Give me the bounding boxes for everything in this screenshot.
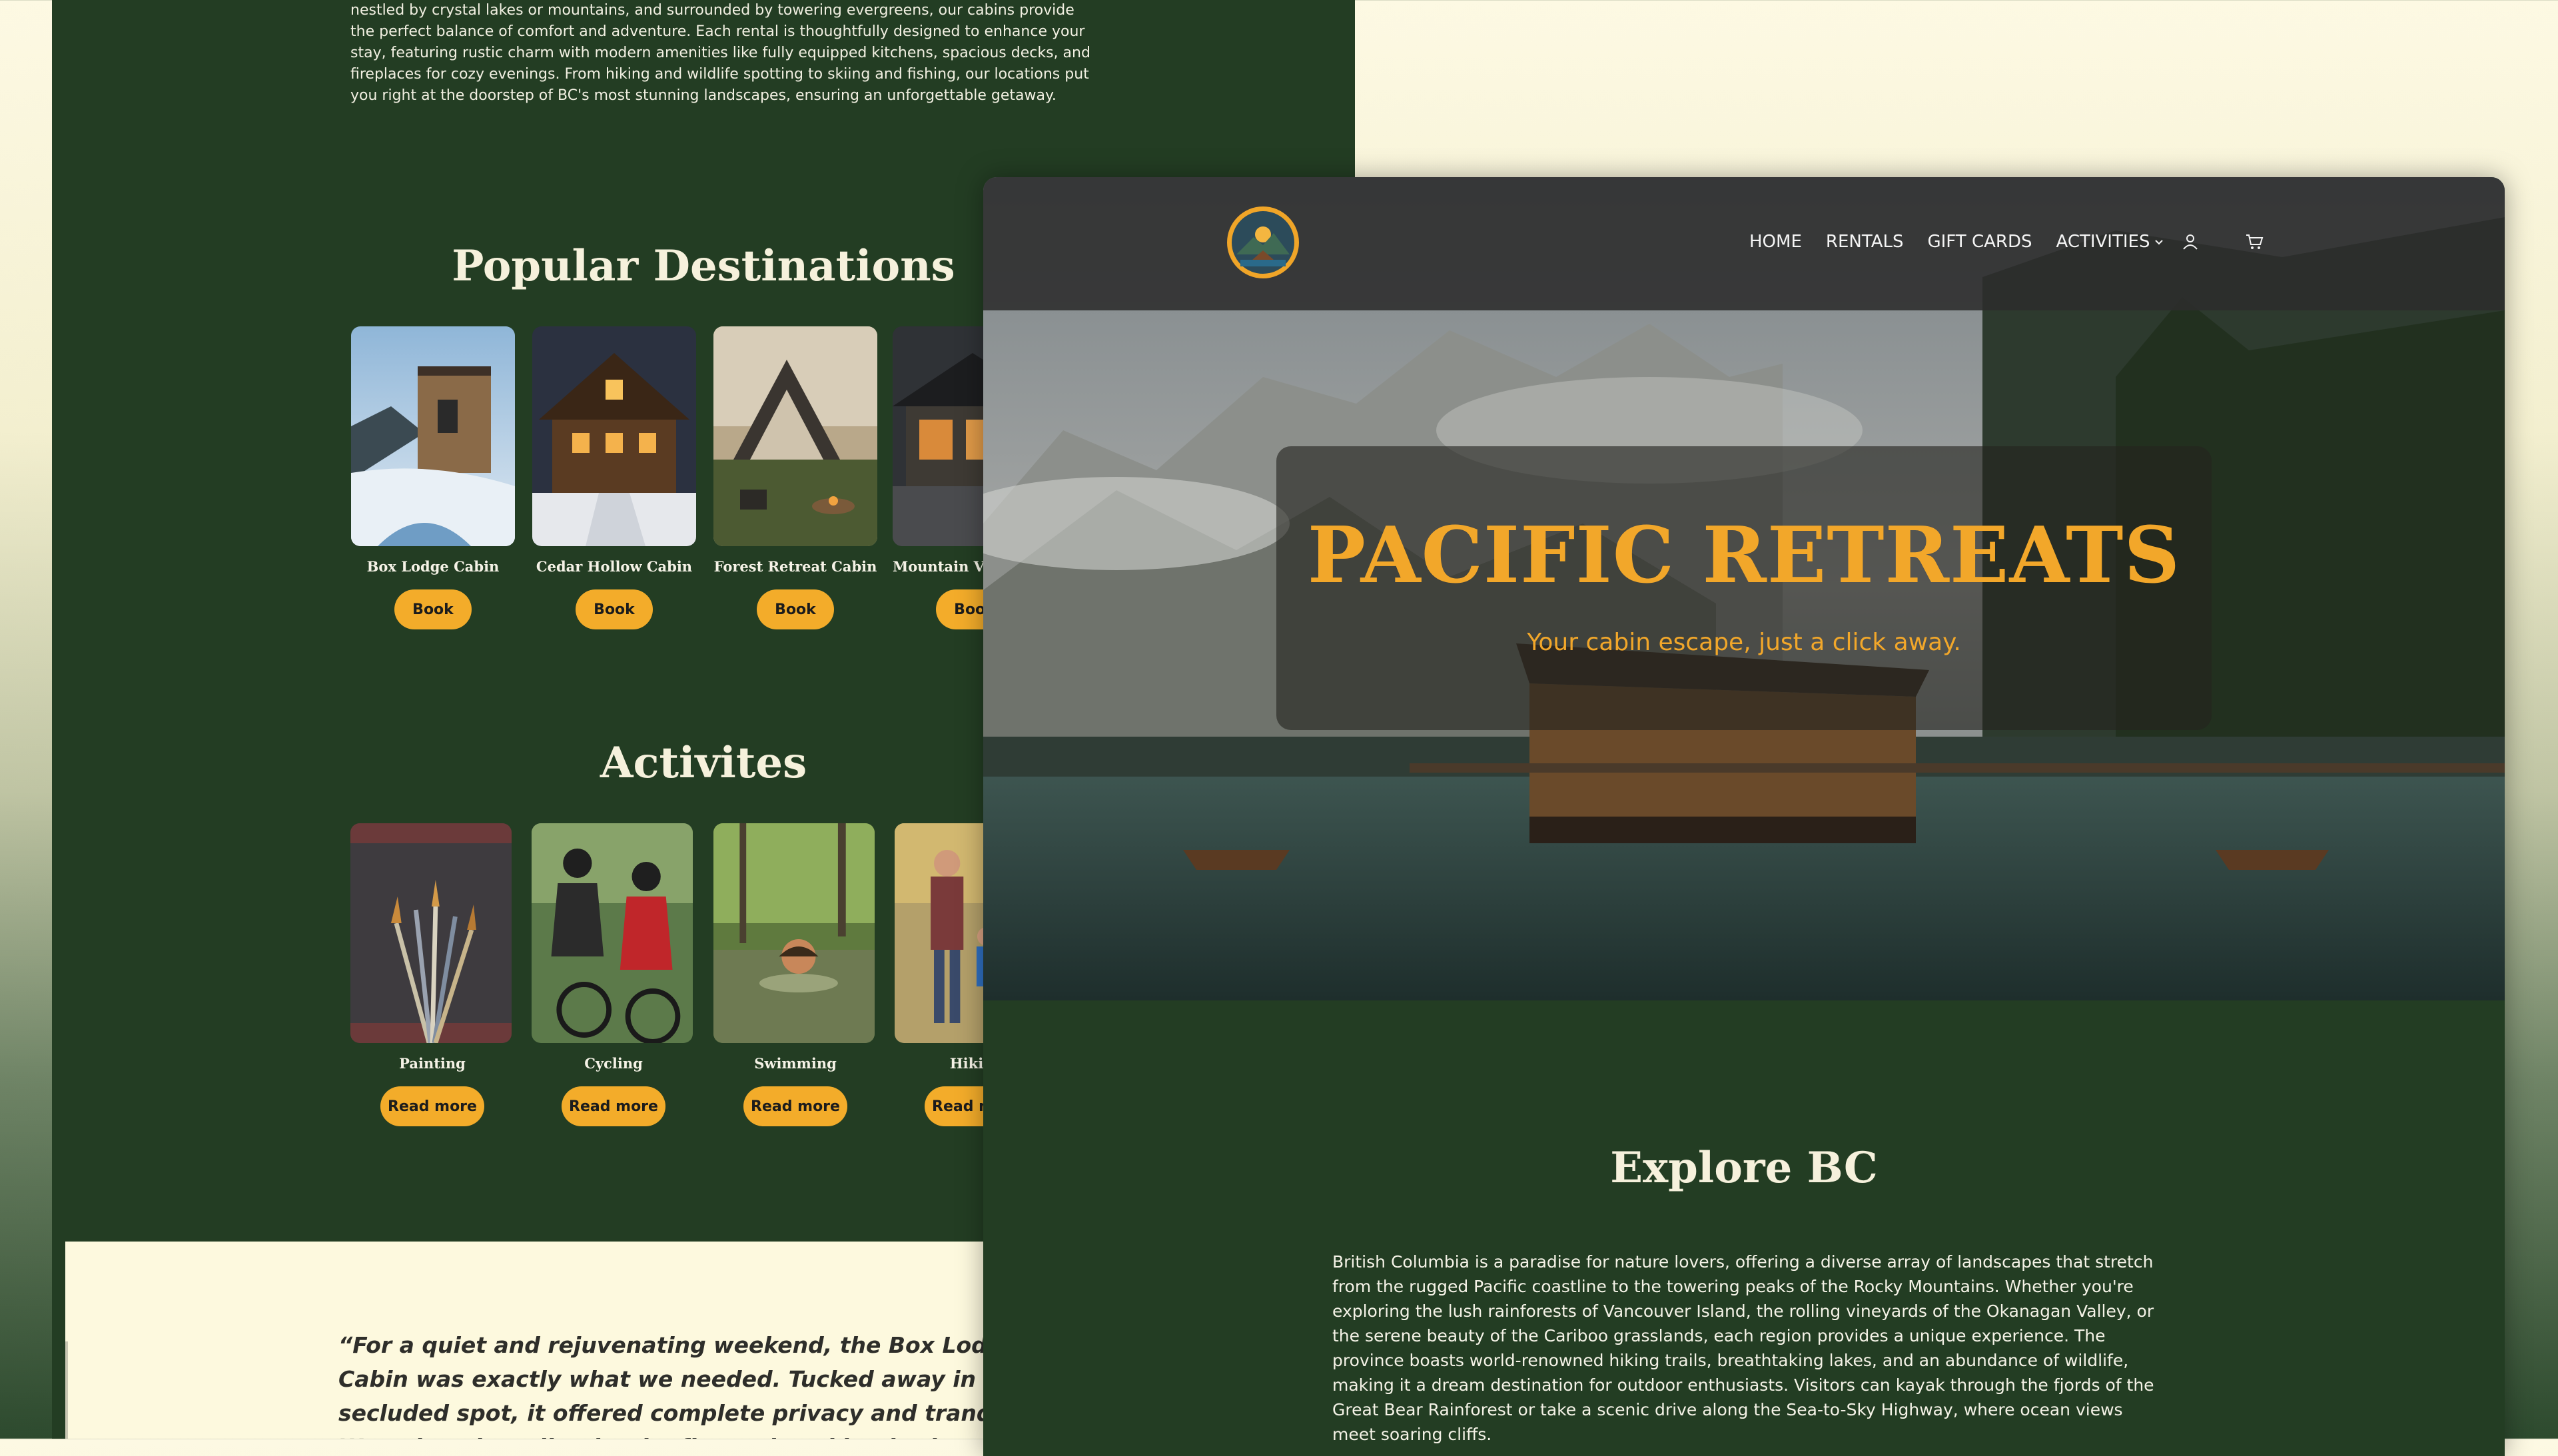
activity-name: Swimming [754, 1055, 837, 1072]
cycling-image[interactable] [532, 823, 693, 1043]
activity-card: Cycling Read more [532, 823, 695, 1126]
nav-activities-label: ACTIVITIES [2056, 232, 2150, 252]
swimming-image[interactable] [713, 823, 875, 1043]
testimonial-quote: “For a quiet and rejuvenating weekend, t… [338, 1332, 1062, 1439]
activity-name: Painting [399, 1055, 466, 1072]
book-button[interactable]: Book [576, 589, 653, 629]
hero-subtitle: Your cabin escape, just a click away. [1527, 629, 1961, 656]
chevron-down-icon [2155, 240, 2164, 245]
nav-activities[interactable]: ACTIVITIES [2056, 232, 2164, 252]
book-button[interactable]: Book [757, 589, 834, 629]
box-lodge-cabin-image[interactable] [351, 326, 515, 546]
front-page-window: HOME RENTALS GIFT CARDS ACTIVITIES PACIF… [983, 177, 2505, 1456]
activity-name: Cycling [584, 1055, 643, 1072]
destination-name: Cedar Hollow Cabin [536, 558, 693, 575]
read-more-button[interactable]: Read more [743, 1086, 847, 1126]
book-button[interactable]: Book [394, 589, 472, 629]
user-icon[interactable] [2180, 232, 2200, 252]
destination-card: Box Lodge Cabin Book [351, 326, 515, 629]
cedar-hollow-cabin-image[interactable] [532, 326, 696, 546]
explore-bc-title: Explore BC [1610, 1143, 1878, 1193]
nav-gift-cards[interactable]: GIFT CARDS [1927, 232, 2032, 252]
pacific-retreats-logo[interactable] [1227, 206, 1299, 278]
nav-rentals[interactable]: RENTALS [1826, 232, 1904, 252]
destination-card: Forest Retreat Cabin Book [713, 326, 877, 629]
activity-card: Painting Read more [350, 823, 514, 1126]
read-more-button[interactable]: Read more [562, 1086, 665, 1126]
testimonial-section: “For a quiet and rejuvenating weekend, t… [65, 1242, 1065, 1439]
intro-paragraph: nestled by crystal lakes or mountains, a… [350, 2, 1090, 104]
read-more-button[interactable]: Read more [380, 1086, 484, 1126]
forest-retreat-cabin-image[interactable] [713, 326, 877, 546]
painting-image[interactable] [350, 823, 512, 1043]
hero-title: PACIFIC RETREATS [1307, 510, 2181, 601]
cart-icon[interactable] [2244, 232, 2264, 252]
quote-bar [65, 1341, 68, 1439]
top-navigation: HOME RENTALS GIFT CARDS ACTIVITIES [983, 177, 2505, 310]
destination-name: Box Lodge Cabin [366, 558, 500, 575]
nav-home[interactable]: HOME [1749, 232, 1802, 252]
explore-bc-paragraph: British Columbia is a paradise for natur… [1332, 1252, 2154, 1444]
hero-section: HOME RENTALS GIFT CARDS ACTIVITIES PACIF… [983, 177, 2505, 1000]
nav-menu: HOME RENTALS GIFT CARDS ACTIVITIES [1749, 232, 2288, 252]
hero-text-box: PACIFIC RETREATS Your cabin escape, just… [1276, 446, 2212, 730]
destination-card: Cedar Hollow Cabin Book [532, 326, 696, 629]
activity-card: Swimming Read more [713, 823, 877, 1126]
destination-name: Forest Retreat Cabin [713, 558, 877, 575]
